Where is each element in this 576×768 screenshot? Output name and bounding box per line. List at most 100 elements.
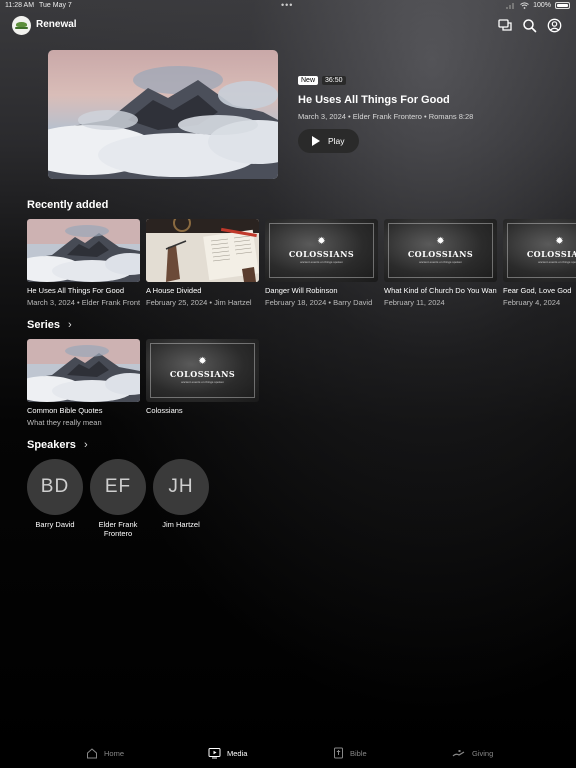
star-icon: ✹ <box>436 236 445 247</box>
colossians-wordmark: COLOSSIANS <box>407 249 474 259</box>
status-indicators: 100% <box>506 2 570 9</box>
card-thumbnail[interactable]: ✹ COLOSSIANSancient events on things spok… <box>265 219 378 282</box>
app-header: Renewal <box>0 14 576 38</box>
card-meta: February 4, 2024 <box>503 298 561 307</box>
speaker-name: Barry David <box>35 520 75 529</box>
hero-meta: March 3, 2024 • Elder Frank Frontero • R… <box>298 112 474 121</box>
card-title: What Kind of Church Do You Want? <box>384 286 497 295</box>
new-badge: New <box>298 76 319 85</box>
chevron-right-icon: › <box>83 439 88 451</box>
hero-badges: New 36:50 <box>298 76 568 85</box>
clouds-mountain-image <box>48 50 278 179</box>
tab-home[interactable]: Home <box>86 747 124 759</box>
card-meta: February 11, 2024 <box>384 298 445 307</box>
tab-bible[interactable]: Bible <box>333 747 367 759</box>
card-title: Common Bible Quotes <box>27 406 103 415</box>
clouds-mountain-image <box>27 219 140 282</box>
hero-thumbnail[interactable] <box>48 50 278 179</box>
hero-title: He Uses All Things For Good <box>298 94 450 106</box>
series-card[interactable]: Common Bible Quotes What they really mean <box>27 339 140 427</box>
play-icon <box>312 136 320 146</box>
speaker-item[interactable]: BD Barry David <box>27 459 83 538</box>
card-thumbnail[interactable]: ✹ COLOSSIANSancient events on things spok… <box>384 219 497 282</box>
profile-icon[interactable] <box>546 17 563 34</box>
tab-bible-label: Bible <box>350 748 367 758</box>
tab-media-label: Media <box>227 748 248 758</box>
media-icon <box>208 748 221 759</box>
search-icon[interactable] <box>521 17 538 34</box>
star-icon: ✹ <box>555 236 564 247</box>
colossians-wordmark: COLOSSIANS <box>169 369 236 379</box>
card-title: He Uses All Things For Good <box>27 286 124 295</box>
series-row[interactable]: Common Bible Quotes What they really mean… <box>27 339 259 427</box>
recent-card[interactable]: A House Divided February 25, 2024 • Jim H… <box>146 219 259 307</box>
speakers-title: Speakers <box>27 439 76 451</box>
colossians-tagline: ancient events on things spoken <box>300 260 343 264</box>
recent-card[interactable]: He Uses All Things For Good March 3, 2024… <box>27 219 140 307</box>
chat-icon[interactable] <box>497 17 514 34</box>
avatar[interactable]: JH <box>153 459 209 515</box>
recently-added-title: Recently added <box>27 199 109 211</box>
speaker-item[interactable]: EF Elder Frank Frontero <box>90 459 146 538</box>
card-thumbnail[interactable] <box>146 219 259 282</box>
signal-icon <box>506 3 515 9</box>
wifi-icon <box>520 2 529 9</box>
speakers-header[interactable]: Speakers › <box>27 439 88 451</box>
home-icon <box>87 748 97 759</box>
recent-card[interactable]: ✹ COLOSSIANSancient events on things spok… <box>503 219 576 307</box>
card-thumbnail[interactable]: ✹ COLOSSIANSancient events on things spok… <box>146 339 259 402</box>
card-thumbnail[interactable]: ✹ COLOSSIANSancient events on things spok… <box>503 219 576 282</box>
series-card[interactable]: ✹ COLOSSIANS ancient events on things spok… <box>146 339 259 427</box>
status-time: 11:28 AM <box>5 2 35 9</box>
card-meta: February 25, 2024 • Jim Hartzel <box>146 298 252 307</box>
app-logo <box>12 16 31 35</box>
card-title: A House Divided <box>146 286 202 295</box>
card-thumbnail[interactable] <box>27 339 140 402</box>
card-title: Fear God, Love God <box>503 286 572 295</box>
series-title: Series <box>27 319 61 331</box>
colossians-wordmark: COLOSSIANS <box>288 249 355 259</box>
tab-giving[interactable]: Giving <box>452 747 493 759</box>
status-bar: 11:28 AM Tue May 7 ••• 100% <box>0 0 576 12</box>
chevron-right-icon: › <box>68 319 72 331</box>
speakers-row[interactable]: BD Barry David EF Elder Frank Frontero JH Jim… <box>27 459 209 538</box>
colossians-tagline: ancient events on things spoken <box>538 260 576 264</box>
series-header[interactable]: Series › <box>27 319 72 331</box>
star-icon: ✹ <box>198 356 207 367</box>
recently-added-header: Recently added <box>27 199 108 211</box>
duration-badge: 36:50 <box>322 76 346 85</box>
avatar[interactable]: EF <box>90 459 146 515</box>
recent-card[interactable]: ✹ COLOSSIANSancient events on things spok… <box>265 219 378 307</box>
app-title: Renewal <box>36 19 77 30</box>
play-button[interactable]: Play <box>298 129 359 153</box>
recent-card[interactable]: ✹ COLOSSIANSancient events on things spok… <box>384 219 497 307</box>
speaker-name: Elder Frank Frontero <box>98 520 138 538</box>
card-thumbnail[interactable] <box>27 219 140 282</box>
status-date: Tue May 7 <box>39 2 72 9</box>
card-title: Danger Will Robinson <box>265 286 338 295</box>
multitasking-dots-icon[interactable]: ••• <box>281 0 293 10</box>
colossians-wordmark: COLOSSIANS <box>526 249 576 259</box>
colossians-tagline: ancient events on things spoken <box>419 260 462 264</box>
open-bible-image <box>146 219 259 282</box>
speaker-item[interactable]: JH Jim Hartzel <box>153 459 209 538</box>
card-meta: February 18, 2024 • Barry David <box>265 298 373 307</box>
tab-bar: Home Media Bible Giving <box>0 742 576 768</box>
card-meta: March 3, 2024 • Elder Frank Frontero <box>27 298 140 307</box>
star-icon: ✹ <box>317 236 326 247</box>
avatar[interactable]: BD <box>27 459 83 515</box>
speaker-name: Jim Hartzel <box>162 520 200 529</box>
card-title: Colossians <box>146 406 183 415</box>
card-meta: What they really mean <box>27 418 102 427</box>
battery-percent: 100% <box>533 2 551 9</box>
colossians-tagline: ancient events on things spoken <box>181 380 224 384</box>
battery-icon <box>555 2 570 9</box>
tab-home-label: Home <box>104 748 125 758</box>
tab-media[interactable]: Media <box>208 747 247 759</box>
recently-added-row[interactable]: He Uses All Things For Good March 3, 2024… <box>27 219 576 307</box>
hero-info: New 36:50 He Uses All Things For Good Ma… <box>298 76 568 153</box>
giving-icon <box>452 750 465 757</box>
bible-icon <box>334 747 343 759</box>
play-label: Play <box>328 136 345 146</box>
tab-giving-label: Giving <box>472 748 494 758</box>
